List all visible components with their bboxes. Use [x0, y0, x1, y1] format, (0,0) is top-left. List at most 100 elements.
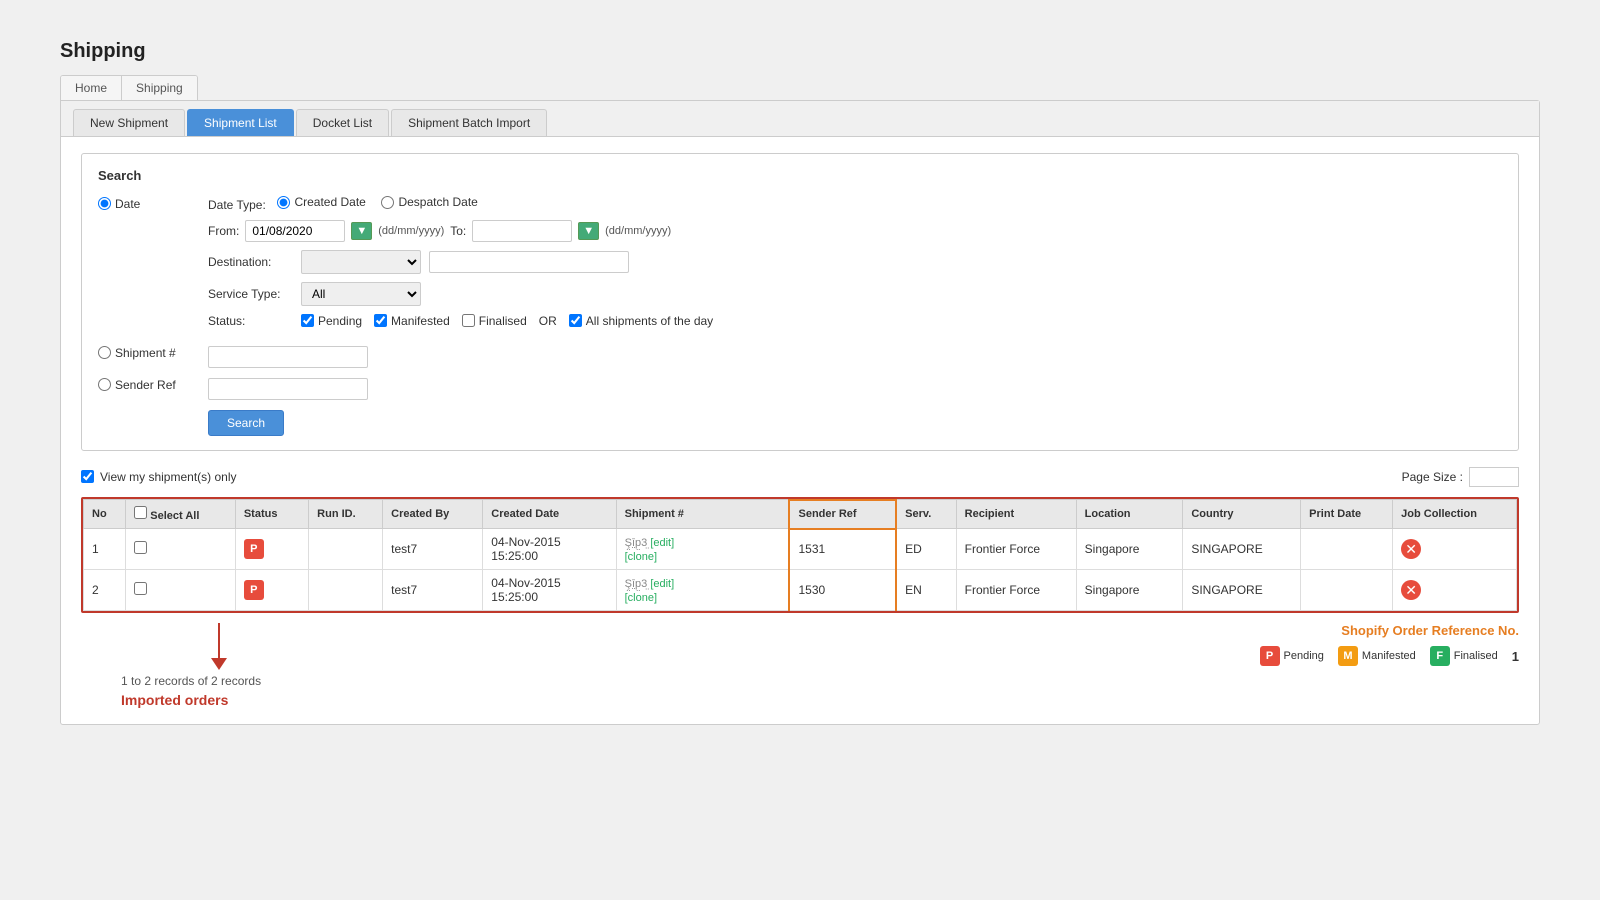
- manifested-checkbox[interactable]: [374, 314, 387, 327]
- legend-manifested-icon: M: [1338, 646, 1358, 666]
- row2-runid: [309, 570, 383, 611]
- col-created-date: Created Date: [483, 500, 616, 529]
- sender-ref-radio[interactable]: [98, 378, 111, 391]
- legend-manifested: M Manifested: [1338, 646, 1416, 666]
- row2-shipment-text: Ş̤ī̤p̤3̤: [625, 578, 651, 590]
- row1-job-collection: ✕: [1393, 529, 1517, 570]
- row2-created-by: test7: [383, 570, 483, 611]
- row2-serv: EN: [896, 570, 956, 611]
- to-label: To:: [450, 224, 466, 238]
- row1-runid: [309, 529, 383, 570]
- row2-edit-link[interactable]: [edit]: [650, 578, 674, 590]
- col-location: Location: [1076, 500, 1183, 529]
- search-button[interactable]: Search: [208, 410, 284, 436]
- col-country: Country: [1183, 500, 1301, 529]
- row2-checkbox: [126, 570, 236, 611]
- row1-shipment-text: Ş̤ī̤p̤3̤: [625, 537, 651, 549]
- row2-select[interactable]: [134, 582, 147, 595]
- manifested-label: Manifested: [391, 314, 450, 328]
- col-shipment-num: Shipment #: [616, 500, 789, 529]
- tab-docket-list[interactable]: Docket List: [296, 109, 389, 136]
- pagination-number: 1: [1512, 649, 1519, 664]
- finalised-checkbox[interactable]: [462, 314, 475, 327]
- shipment-table-wrapper: No Select All Status Run ID. Created By …: [81, 497, 1519, 614]
- row1-serv: ED: [896, 529, 956, 570]
- from-cal-btn[interactable]: ▼: [351, 222, 372, 240]
- shipment-num-row: Shipment #: [98, 346, 1502, 368]
- row1-country: SINGAPORE: [1183, 529, 1301, 570]
- row1-select[interactable]: [134, 541, 147, 554]
- all-shipments-checkbox[interactable]: [569, 314, 582, 327]
- pending-checkbox[interactable]: [301, 314, 314, 327]
- sender-ref-row: Sender Ref: [98, 378, 1502, 400]
- row2-created-date: 04-Nov-2015 15:25:00: [483, 570, 616, 611]
- date-controls: Date Type: Created Date Despatch Date: [208, 195, 713, 336]
- row2-remove-btn[interactable]: ✕: [1401, 580, 1421, 600]
- sender-ref-input[interactable]: [208, 378, 368, 400]
- destination-input[interactable]: [429, 251, 629, 273]
- view-my-shipments-checkbox[interactable]: [81, 470, 94, 483]
- col-recipient: Recipient: [956, 500, 1076, 529]
- pending-label: Pending: [318, 314, 362, 328]
- row1-clone-link[interactable]: [clone]: [625, 551, 657, 563]
- col-created-by: Created By: [383, 500, 483, 529]
- finalised-label: Finalised: [479, 314, 527, 328]
- row1-print-date: [1301, 529, 1393, 570]
- row1-recipient: Frontier Force: [956, 529, 1076, 570]
- created-date-radio[interactable]: [277, 196, 290, 209]
- legend-finalised: F Finalised: [1430, 646, 1498, 666]
- arrow-line: [218, 623, 220, 658]
- to-date-input[interactable]: [472, 220, 572, 242]
- row2-status-icon: P: [244, 580, 264, 600]
- row2-clone-link[interactable]: [clone]: [625, 592, 657, 604]
- breadcrumb-shipping[interactable]: Shipping: [122, 76, 197, 100]
- panel-content: Search Date Date Type: Created Date: [61, 137, 1539, 724]
- breadcrumb-home[interactable]: Home: [61, 76, 122, 100]
- legend-finalised-label: Finalised: [1454, 650, 1498, 662]
- from-label: From:: [208, 224, 239, 238]
- tab-new-shipment[interactable]: New Shipment: [73, 109, 185, 136]
- table-row: 1 P test7 04-Nov-2015 15:25:00 Ş̤ī̤p̤3̤ …: [84, 529, 1517, 570]
- legend-manifested-label: Manifested: [1362, 650, 1416, 662]
- view-my-shipments-label: View my shipment(s) only: [100, 470, 237, 484]
- service-type-label: Service Type:: [208, 287, 293, 301]
- all-shipments-label: All shipments of the day: [586, 314, 713, 328]
- date-label: Date: [115, 197, 140, 211]
- col-no: No: [84, 500, 126, 529]
- main-panel: New Shipment Shipment List Docket List S…: [60, 100, 1540, 725]
- row1-created-date: 04-Nov-2015 15:25:00: [483, 529, 616, 570]
- despatch-date-radio[interactable]: [381, 196, 394, 209]
- shipment-radio[interactable]: [98, 346, 111, 359]
- sender-ref-label: Sender Ref: [115, 378, 176, 392]
- from-date-format: (dd/mm/yyyy): [378, 225, 444, 237]
- created-date-label: Created Date: [294, 195, 365, 209]
- search-title: Search: [98, 168, 1502, 183]
- destination-label: Destination:: [208, 255, 293, 269]
- date-type-label: Date Type:: [208, 198, 266, 212]
- col-status: Status: [235, 500, 308, 529]
- to-cal-btn[interactable]: ▼: [578, 222, 599, 240]
- row1-edit-link[interactable]: [edit]: [650, 537, 674, 549]
- tab-shipment-list[interactable]: Shipment List: [187, 109, 294, 136]
- service-type-select[interactable]: All: [301, 282, 421, 306]
- select-all-checkbox[interactable]: [134, 506, 147, 519]
- destination-select[interactable]: [301, 250, 421, 274]
- page-title: Shipping: [60, 40, 1540, 63]
- status-label: Status:: [208, 314, 293, 328]
- row1-status-icon: P: [244, 539, 264, 559]
- col-print-date: Print Date: [1301, 500, 1393, 529]
- row1-remove-btn[interactable]: ✕: [1401, 539, 1421, 559]
- records-text: 1 to 2 records of 2 records: [121, 674, 261, 688]
- legend-finalised-icon: F: [1430, 646, 1450, 666]
- view-my-shipments-row: View my shipment(s) only: [81, 470, 237, 484]
- page-size-input[interactable]: 100: [1469, 467, 1519, 487]
- date-radio[interactable]: [98, 197, 111, 210]
- date-row: Date Date Type: Created Date Despatch Da: [98, 195, 1502, 336]
- from-date-input[interactable]: [245, 220, 345, 242]
- legend-pending-icon: P: [1260, 646, 1280, 666]
- col-sender-ref: Sender Ref: [789, 500, 896, 529]
- row1-no: 1: [84, 529, 126, 570]
- col-job-collection: Job Collection: [1393, 500, 1517, 529]
- tab-shipment-batch-import[interactable]: Shipment Batch Import: [391, 109, 547, 136]
- shipment-hash-input[interactable]: [208, 346, 368, 368]
